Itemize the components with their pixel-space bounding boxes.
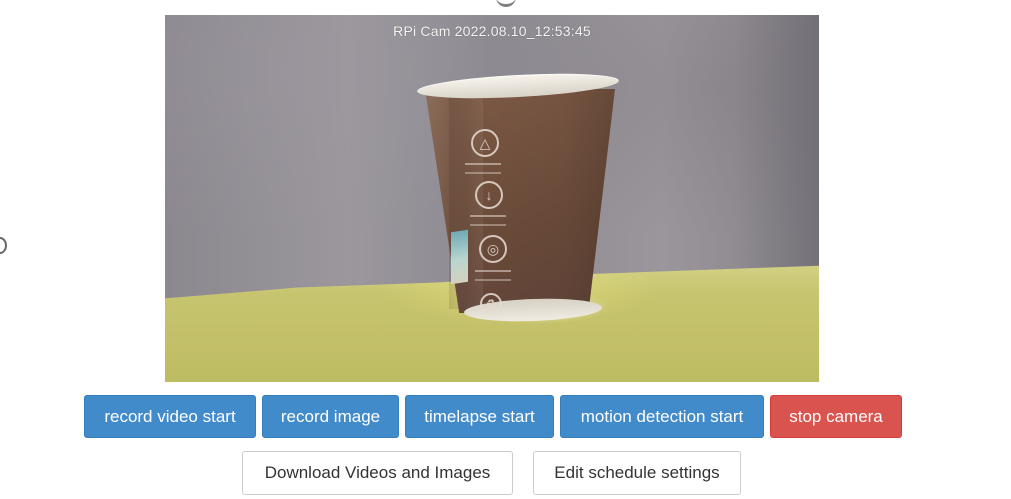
camera-action-buttons: record video start record image timelaps…: [84, 395, 902, 438]
compost-icon: ↓: [475, 181, 503, 209]
timelapse-start-button[interactable]: timelapse start: [405, 395, 554, 438]
cup-side-label: [451, 229, 468, 285]
edit-schedule-settings-button[interactable]: Edit schedule settings: [533, 451, 741, 495]
motion-detection-start-button[interactable]: motion detection start: [560, 395, 764, 438]
cup-small-print: [475, 270, 511, 281]
camera-secondary-actions: Download Videos and Images Edit schedule…: [242, 451, 741, 495]
download-videos-and-images-button[interactable]: Download Videos and Images: [242, 451, 513, 495]
paper-cup-image: △ ↓ ◎ ♻: [416, 69, 620, 324]
sustainability-icon: ♻: [480, 293, 502, 315]
recycle-icon: △: [471, 129, 499, 157]
cup-small-print: [465, 163, 501, 174]
cup-small-print: [470, 215, 506, 226]
record-video-start-button[interactable]: record video start: [84, 395, 256, 438]
camera-preview: RPi Cam 2022.08.10_12:53:45 △ ↓ ◎ ♻: [165, 15, 819, 382]
stop-camera-button[interactable]: stop camera: [770, 395, 902, 438]
camera-preview-shadow: [734, 15, 819, 275]
info-icon: ◎: [479, 235, 507, 263]
clipped-page-title: [496, 0, 516, 7]
clipped-left-edge-glyph: [0, 237, 7, 254]
camera-control-page: RPi Cam 2022.08.10_12:53:45 △ ↓ ◎ ♻ reco…: [0, 0, 1011, 499]
record-image-button[interactable]: record image: [262, 395, 399, 438]
camera-timestamp-overlay: RPi Cam 2022.08.10_12:53:45: [393, 23, 591, 39]
